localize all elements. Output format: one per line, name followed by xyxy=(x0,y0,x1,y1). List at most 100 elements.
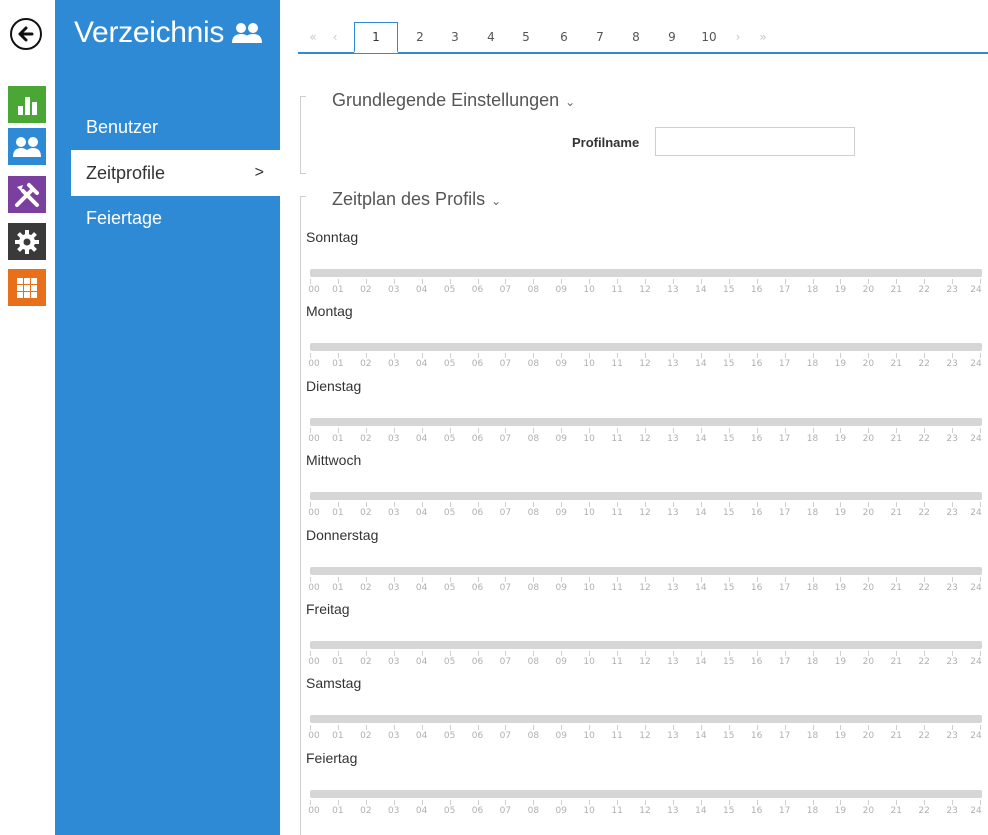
hour-tick xyxy=(672,279,674,284)
hour-tick-label: 13 xyxy=(667,433,679,444)
directory-tile[interactable] xyxy=(8,128,46,165)
hour-tick xyxy=(784,279,786,284)
hour-tick xyxy=(840,799,842,805)
hour-tick-label: 04 xyxy=(415,582,428,593)
hour-tick xyxy=(896,279,898,284)
hour-tick-label: 05 xyxy=(443,433,456,444)
hour-tick-label: 02 xyxy=(360,359,372,370)
day-schedule-slider[interactable] xyxy=(310,641,982,649)
day-label: Freitag xyxy=(306,601,350,617)
hour-tick-label: 02 xyxy=(360,508,372,519)
hour-tick xyxy=(561,502,563,508)
hour-tick-label: 12 xyxy=(639,657,651,667)
hour-tick xyxy=(337,353,339,359)
hour-tick-label: 20 xyxy=(862,582,875,593)
tab-page-2[interactable]: 2 xyxy=(406,22,434,52)
hour-tick xyxy=(421,725,423,731)
hour-tick xyxy=(812,725,814,731)
tab-page-6[interactable]: 6 xyxy=(550,22,578,52)
hour-tick-label: 21 xyxy=(890,285,902,295)
hour-tick-label: 10 xyxy=(583,731,595,742)
day-schedule-slider[interactable] xyxy=(310,492,982,501)
hour-tick-label: 05 xyxy=(443,731,456,742)
hour-tick xyxy=(310,799,311,805)
nav-item-benutzer[interactable]: Benutzer xyxy=(55,104,280,150)
chevron-right-icon: > xyxy=(254,164,264,181)
hour-tick xyxy=(310,353,311,359)
hour-tick-label: 21 xyxy=(890,508,902,519)
hour-tick xyxy=(896,799,898,805)
hour-tick xyxy=(589,725,591,731)
profile-name-input[interactable] xyxy=(655,127,855,156)
hour-tick xyxy=(617,651,619,656)
hour-tick xyxy=(393,502,395,508)
back-button[interactable] xyxy=(10,18,42,50)
hour-tick xyxy=(393,799,395,805)
hour-tick xyxy=(672,725,674,731)
hour-tick xyxy=(337,427,339,433)
day-schedule-slider[interactable] xyxy=(310,566,982,575)
hour-tick xyxy=(980,725,981,731)
hour-tick-label: 12 xyxy=(639,508,651,519)
hour-tick xyxy=(952,725,954,731)
schedule-heading[interactable]: Zeitplan des Profils ⌄ xyxy=(332,189,501,210)
hour-tick-label: 16 xyxy=(750,359,763,370)
hour-tick xyxy=(896,576,898,582)
hour-tick xyxy=(728,502,730,508)
day-schedule-slider[interactable] xyxy=(310,715,982,724)
hour-tick-label: 24 xyxy=(970,508,982,519)
day-schedule-slider[interactable] xyxy=(310,343,982,352)
section-title-text: Verzeichnis xyxy=(74,16,225,49)
hour-tick xyxy=(645,279,646,284)
hour-tick xyxy=(672,651,674,656)
hour-tick-label: 13 xyxy=(667,805,679,816)
services-tile[interactable] xyxy=(8,223,46,260)
hour-tick-label: 23 xyxy=(946,359,958,370)
hour-tick-label: 01 xyxy=(332,657,344,667)
day-schedule-slider[interactable] xyxy=(310,269,982,277)
day-schedule-slider[interactable] xyxy=(310,789,982,798)
tab-page-1[interactable]: 1 xyxy=(354,22,398,53)
tab-page-5[interactable]: 5 xyxy=(512,22,540,52)
tab-page-8[interactable]: 8 xyxy=(622,22,650,52)
hour-tick-label: 21 xyxy=(890,657,902,667)
hour-tick xyxy=(952,799,954,805)
hour-tick-label: 07 xyxy=(499,359,512,370)
basic-settings-frame xyxy=(300,96,301,174)
hour-tick xyxy=(896,502,898,508)
hardware-tile[interactable] xyxy=(8,176,46,213)
tab-prev[interactable]: ‹ xyxy=(328,22,342,52)
day-label: Mittwoch xyxy=(306,452,362,469)
hour-tick-label: 08 xyxy=(527,731,540,742)
hour-tick-label: 03 xyxy=(388,359,400,370)
nav-item-feiertage[interactable]: Feiertage xyxy=(55,195,280,241)
hour-tick-label: 14 xyxy=(695,657,707,667)
basic-settings-heading[interactable]: Grundlegende Einstellungen ⌄ xyxy=(332,90,575,111)
hour-tick-label: 06 xyxy=(471,805,484,816)
hour-tick-label: 17 xyxy=(778,433,791,444)
tab-page-7[interactable]: 7 xyxy=(586,22,614,52)
hour-tick-label: 23 xyxy=(946,285,958,295)
status-tile[interactable] xyxy=(8,86,46,123)
nav-item-zeitprofile[interactable]: Zeitprofile > xyxy=(71,150,280,196)
system-tile[interactable] xyxy=(8,269,46,306)
hour-tick-label: 10 xyxy=(583,508,595,519)
hour-tick xyxy=(700,427,702,433)
tab-page-9[interactable]: 9 xyxy=(658,22,686,52)
tab-last[interactable]: » xyxy=(756,22,770,52)
hour-tick xyxy=(477,799,479,805)
chevron-down-icon: ⌄ xyxy=(491,194,502,208)
tab-page-3[interactable]: 3 xyxy=(441,22,469,52)
tab-page-10[interactable]: 10 xyxy=(694,22,724,52)
hour-tick xyxy=(784,353,786,359)
hour-tick-label: 19 xyxy=(834,805,847,816)
hour-tick xyxy=(756,353,758,359)
tab-next[interactable]: › xyxy=(731,22,745,52)
tab-first[interactable]: « xyxy=(306,22,320,52)
hour-tick xyxy=(756,576,758,582)
hour-tick-label: 04 xyxy=(415,657,428,667)
day-schedule-slider[interactable] xyxy=(310,417,982,426)
tab-page-4[interactable]: 4 xyxy=(477,22,505,52)
hour-tick-label: 24 xyxy=(970,805,982,816)
hour-tick-label: 20 xyxy=(862,731,875,742)
